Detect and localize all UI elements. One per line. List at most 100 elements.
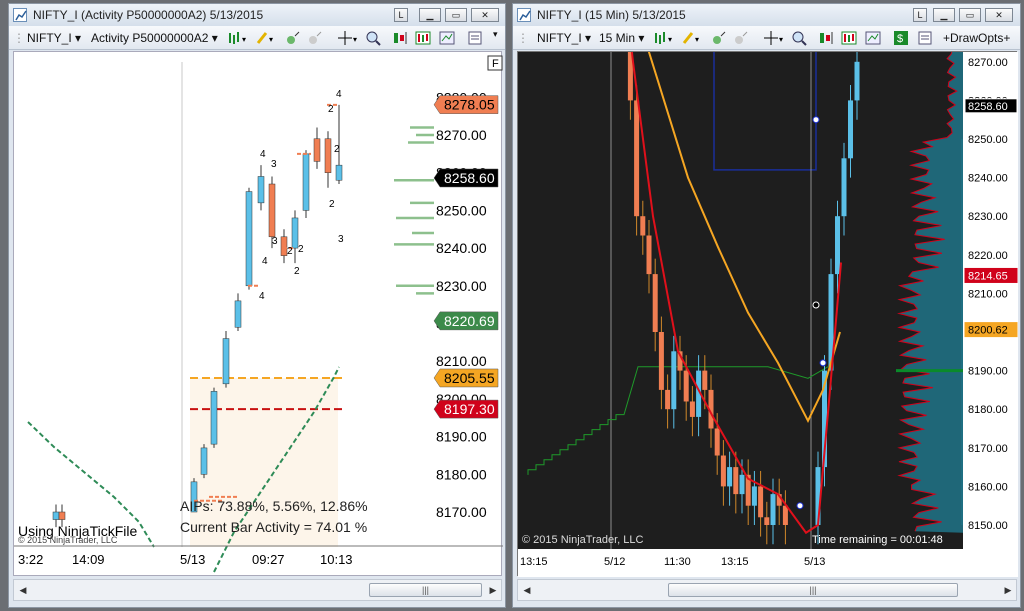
toolbar-overflow-chevron[interactable]: ▾ [493,29,498,40]
close-button[interactable]: ✕ [985,8,1013,22]
scroll-left-arrow[interactable]: ◀ [520,583,534,597]
candle-body [727,467,733,487]
price-tick-label: 8180.00 [968,404,1008,416]
period-selector[interactable]: 15 Min ▾ [599,31,644,45]
dollar-icon[interactable]: $ [893,30,909,46]
zoom-out-icon[interactable] [733,30,749,46]
strategy-icon[interactable] [841,30,857,46]
copyright-text: © 2015 NinjaTrader, LLC [522,534,643,546]
candle-body [683,370,689,402]
candle-body [739,474,745,495]
price-tick-label: 8210.00 [968,288,1008,300]
candle-body [782,505,788,525]
scroll-left-arrow[interactable]: ◀ [16,583,30,597]
candle-body [854,61,860,101]
scroll-thumb[interactable]: ||| [668,583,958,597]
pencil-icon[interactable]: ▾ [681,30,699,46]
scroll-thumb[interactable]: ||| [369,583,482,597]
price-axis-panel [963,52,1018,549]
candle-body [652,274,658,332]
svg-text:▾: ▾ [353,35,357,44]
data-box-icon[interactable] [467,30,483,46]
signal-marker [796,502,804,510]
price-tick-label: 8270.00 [436,127,487,143]
left-toolbar: ⋮ NIFTY_I ▾ Activity P50000000A2 ▾ ▾ ▾ ▾… [9,26,505,50]
price-tick-label: 8190.00 [436,429,487,445]
strategy-icon[interactable] [415,30,431,46]
candle-body [634,100,640,217]
right-chart-window: NIFTY_I (15 Min) 5/13/2015 L ▁ ▭ ✕ ⋮ NIF… [512,0,1021,608]
search-icon[interactable] [365,30,381,46]
left-horizontal-scrollbar[interactable]: ◀ ||| ▶ [13,579,502,601]
pencil-icon[interactable]: ▾ [255,30,273,46]
search-icon[interactable] [791,30,807,46]
price-flag-label: 8258.60 [968,101,1008,113]
signal-marker [812,301,820,309]
scroll-right-arrow[interactable]: ▶ [1001,583,1015,597]
svg-text:▾: ▾ [779,35,783,44]
bar-count-label: 4 [259,291,265,302]
scroll-right-arrow[interactable]: ▶ [486,583,500,597]
candle-body [313,138,321,162]
bar-count-label: 2 [334,144,340,155]
minimize-button[interactable]: ▁ [933,8,955,22]
right-title-bar[interactable]: NIFTY_I (15 Min) 5/13/2015 L ▁ ▭ ✕ [513,4,1020,26]
link-button[interactable]: L [394,8,408,22]
candle-body [58,511,66,520]
chart-app-icon [517,8,531,22]
signal-marker [819,359,827,367]
candle-body [268,183,276,238]
svg-text:▾: ▾ [695,35,699,44]
left-chart-panel[interactable]: 8170.008180.008190.008200.008210.008220.… [13,51,503,576]
maximize-button[interactable]: ▭ [445,8,467,22]
price-tick-label: 8160.00 [968,481,1008,493]
price-tick-label: 8170.00 [968,443,1008,455]
time-tick-label: 3:22 [18,552,43,567]
candle-body [733,467,739,495]
period-selector[interactable]: Activity P50000000A2 ▾ [91,31,218,45]
candle-body [764,517,770,525]
time-tick-label: 5/12 [604,556,625,568]
price-flag-label: 8205.55 [444,370,495,386]
bar-count-label: 2 [328,104,334,115]
price-flag-label: 8258.60 [444,170,495,186]
maximize-button[interactable]: ▭ [959,8,981,22]
zoom-in-icon[interactable] [285,30,301,46]
price-tick-label: 8240.00 [968,173,1008,185]
left-window-title: NIFTY_I (Activity P50000000A2) 5/13/2015 [33,8,264,22]
minimize-button[interactable]: ▁ [419,8,441,22]
price-flag-label: 8220.69 [444,313,495,329]
candle-body [835,216,840,275]
link-button[interactable]: L [913,8,927,22]
right-horizontal-scrollbar[interactable]: ◀ ||| ▶ [517,579,1017,601]
signal-marker [812,116,820,124]
close-button[interactable]: ✕ [471,8,499,22]
right-chart-panel[interactable]: 8150.00 8160.00 8170.00 8180.00 8190.00 8200.… [517,0,1018,577]
toolbar-grip: ⋮ [13,31,25,45]
left-title-bar[interactable]: NIFTY_I (Activity P50000000A2) 5/13/2015… [9,4,505,26]
candle-body [200,447,208,475]
zoom-out-icon[interactable] [307,30,323,46]
instrument-label: NIFTY_I [537,31,582,45]
draw-options-menu[interactable]: +DrawOpts+ [943,31,1010,45]
time-tick-label: 13:15 [520,556,548,568]
properties-icon[interactable] [865,30,881,46]
candle-body [689,401,695,417]
time-remaining-text: Time remaining = 00:01:48 [812,534,943,546]
bar-type-icon[interactable]: ▾ [653,30,672,46]
crosshair-icon[interactable]: ▾ [337,30,357,46]
indicator-icon[interactable] [393,30,409,46]
properties-icon[interactable] [439,30,455,46]
instrument-selector[interactable]: NIFTY_I ▾ [27,31,81,45]
candle-body [758,486,764,518]
copyright-text: © 2015 NinjaTrader, LLC [18,535,118,545]
zoom-in-icon[interactable] [711,30,727,46]
bar-type-icon[interactable]: ▾ [227,30,246,46]
chart-app-icon [13,8,27,22]
data-box-icon[interactable] [917,30,933,46]
time-tick-label: 5/13 [180,552,205,567]
instrument-selector[interactable]: NIFTY_I ▾ [537,31,591,45]
indicator-icon[interactable] [819,30,835,46]
crosshair-icon[interactable]: ▾ [763,30,783,46]
time-axis-panel [518,549,1018,577]
